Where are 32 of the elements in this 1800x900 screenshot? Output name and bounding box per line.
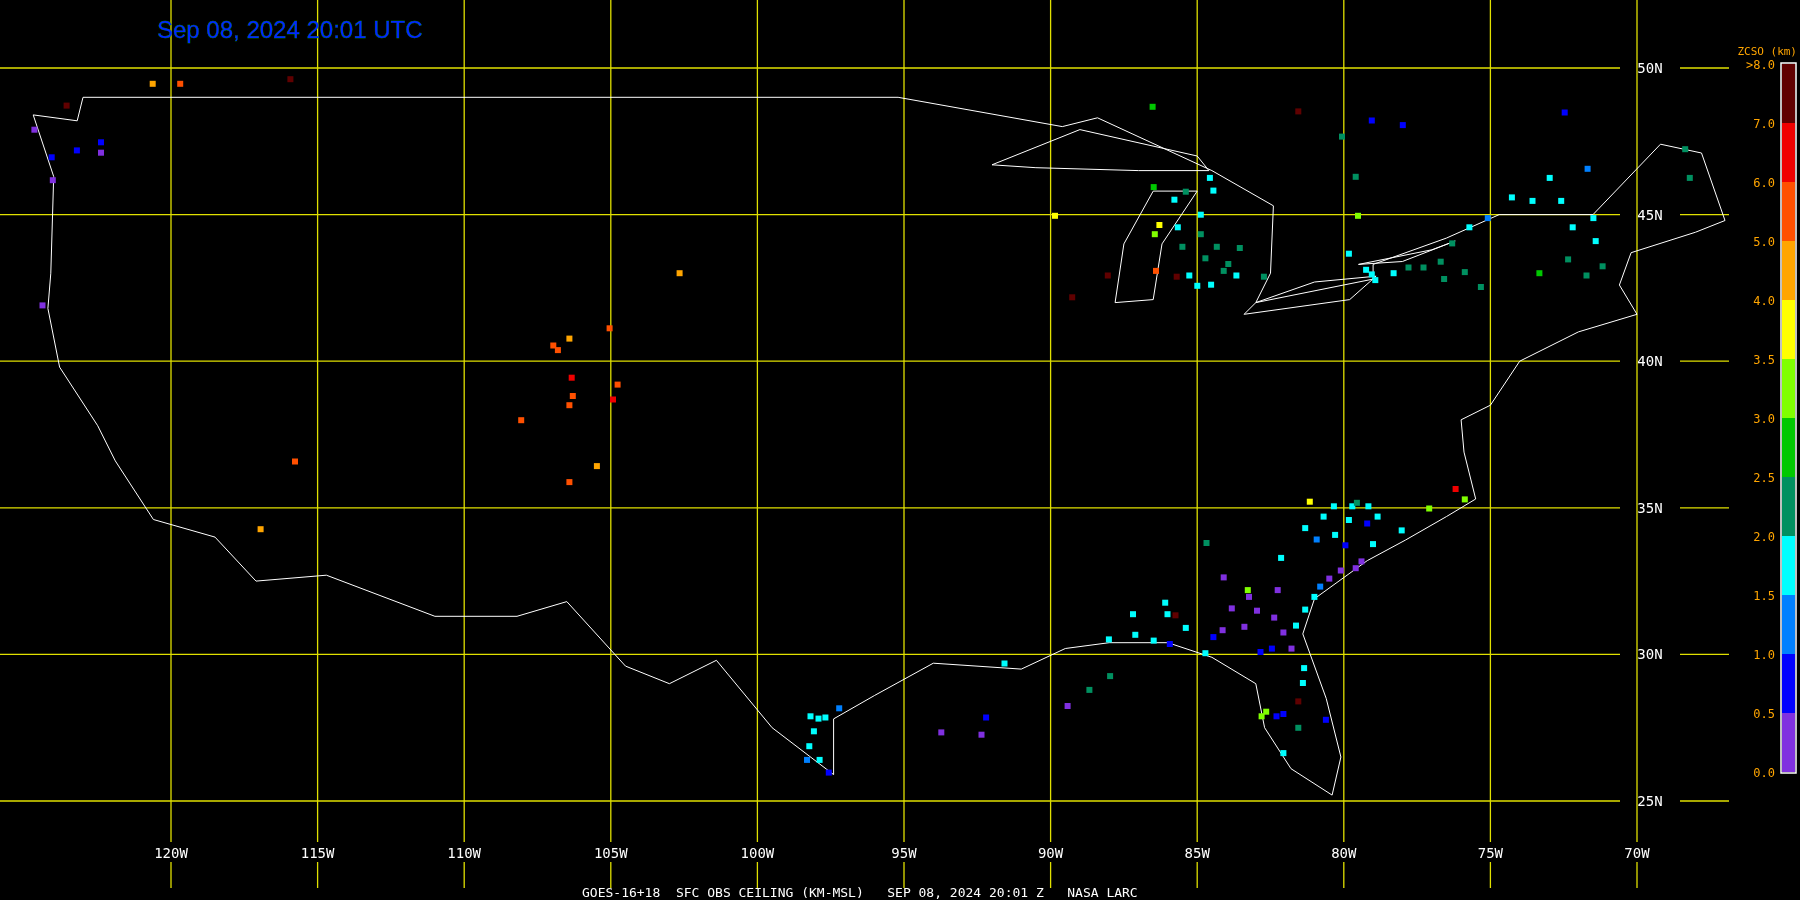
longitude-label: 70W (1624, 845, 1650, 861)
legend-title: ZCSO (km) (1737, 45, 1797, 58)
longitude-label: 95W (891, 845, 917, 861)
legend-tick-label: 2.0 (1753, 530, 1775, 544)
latitude-label: 50N (1637, 60, 1663, 76)
legend-tick-label: 2.5 (1753, 471, 1775, 485)
latitude-label: 30N (1637, 646, 1663, 663)
latitude-label: 25N (1637, 793, 1663, 809)
longitude-label: 80W (1331, 845, 1357, 861)
legend-tick-label: 5.0 (1753, 235, 1775, 249)
legend-tick-label: 0.0 (1753, 766, 1775, 780)
latitude-label: 40N (1637, 353, 1663, 370)
legend-tick-label: 1.5 (1753, 589, 1775, 603)
longitude-label: 120W (154, 845, 188, 861)
longitude-label: 90W (1037, 845, 1064, 861)
legend-tick-label: 0.5 (1753, 707, 1775, 721)
legend-tick-label: >8.0 (1746, 58, 1775, 72)
legend-tick-label: 6.0 (1753, 176, 1775, 190)
longitude-label: 115W (300, 845, 335, 861)
legend-tick-label: 3.5 (1753, 353, 1775, 367)
latitude-label: 35N (1637, 499, 1663, 516)
longitude-label: 100W (740, 845, 775, 861)
longitude-label: 110W (447, 845, 482, 861)
legend-tick-label: 3.0 (1753, 412, 1775, 426)
legend-tick-label: 1.0 (1753, 648, 1775, 662)
latitude-label: 45N (1637, 206, 1663, 223)
longitude-label: 85W (1184, 845, 1210, 861)
longitude-label: 105W (593, 845, 628, 861)
map-caption: GOES-16+18 SFC OBS CEILING (KM-MSL) SEP 08, 2024 20:01 Z NASA LARC (582, 885, 1138, 900)
legend-tick-label: 7.0 (1753, 117, 1775, 131)
legend-tick-label: 4.0 (1753, 294, 1775, 308)
longitude-label: 75W (1477, 845, 1504, 861)
